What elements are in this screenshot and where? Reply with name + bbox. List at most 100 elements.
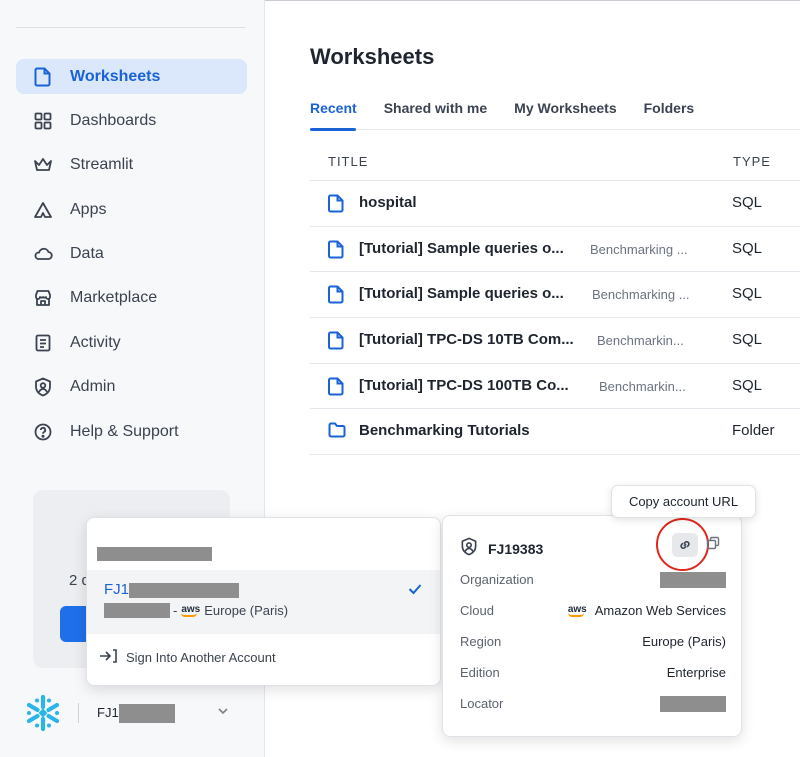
sidebar-item-activity[interactable]: Activity <box>16 325 247 360</box>
aws-logo-text: aws <box>181 603 201 615</box>
account-details-panel: FJ19383 Organization Cloud aws Amazon We… <box>442 515 742 737</box>
redacted-block <box>118 703 175 723</box>
shield-user-icon <box>460 537 478 561</box>
account-id: FJ19383 <box>488 541 544 557</box>
cloud-value: Amazon Web Services <box>594 603 726 618</box>
redacted-block <box>129 582 240 598</box>
table-row[interactable]: hospital SQL <box>310 181 800 227</box>
detail-row-cloud: Cloud aws Amazon Web Services <box>460 603 726 623</box>
storefront-icon <box>32 287 54 309</box>
sidebar-item-worksheets[interactable]: Worksheets <box>16 59 247 94</box>
column-header-type[interactable]: TYPE <box>733 154 771 169</box>
tabs-divider <box>310 129 800 130</box>
tab-my-worksheets[interactable]: My Worksheets <box>514 100 616 127</box>
account-name-prefix: FJ1 <box>97 704 119 720</box>
account-option-location: - aws Europe (Paris) <box>104 603 288 618</box>
sidebar-item-help-support[interactable]: Help & Support <box>16 414 247 449</box>
worksheet-tabs: Recent Shared with me My Worksheets Fold… <box>310 100 721 127</box>
copy-icon[interactable] <box>706 536 720 555</box>
detail-row-region: Region Europe (Paris) <box>460 634 726 654</box>
row-title: hospital <box>359 194 417 211</box>
sign-into-another-account[interactable]: Sign Into Another Account <box>98 648 276 667</box>
table-row[interactable]: [Tutorial] Sample queries o... Benchmark… <box>310 227 800 273</box>
row-type: SQL <box>732 285 763 303</box>
sidebar-item-label: Data <box>70 245 104 263</box>
row-type: SQL <box>732 331 763 349</box>
redacted-block <box>660 572 726 588</box>
sidebar-item-data[interactable]: Data <box>16 237 247 272</box>
row-type: SQL <box>732 239 763 257</box>
redacted-block <box>104 603 170 618</box>
snowflake-logo-icon <box>26 694 60 732</box>
sidebar-item-label: Admin <box>70 378 116 396</box>
sidebar-item-apps[interactable]: Apps <box>16 192 247 227</box>
detail-value <box>660 696 726 712</box>
table-row[interactable]: [Tutorial] TPC-DS 10TB Com... Benchmarki… <box>310 318 800 364</box>
detail-key: Region <box>460 634 502 649</box>
sign-in-label: Sign Into Another Account <box>126 650 276 665</box>
sidebar-item-label: Marketplace <box>70 289 158 307</box>
cloud-icon <box>32 243 54 265</box>
detail-key: Cloud <box>460 603 494 618</box>
detail-row-organization: Organization <box>460 572 726 592</box>
tab-recent[interactable]: Recent <box>310 100 357 127</box>
chevron-down-icon <box>216 704 230 723</box>
account-switcher[interactable]: FJ1 <box>24 694 244 732</box>
sidebar-item-streamlit[interactable]: Streamlit <box>16 148 247 183</box>
account-option-name: FJ1 <box>104 581 240 598</box>
row-title: [Tutorial] Sample queries o... <box>359 239 564 257</box>
detail-value: Europe (Paris) <box>642 634 726 649</box>
row-folder: Benchmarking ... <box>590 241 688 257</box>
row-type: SQL <box>732 376 763 394</box>
table-row[interactable]: Benchmarking Tutorials Folder <box>310 409 800 456</box>
detail-row-edition: Edition Enterprise <box>460 665 726 685</box>
active-tab-indicator <box>310 128 356 131</box>
detail-value: Enterprise <box>666 665 726 680</box>
account-menu-header <box>97 545 212 563</box>
location-separator: - <box>173 603 178 618</box>
aws-logo-icon: aws <box>567 603 587 617</box>
sign-in-icon <box>98 648 118 667</box>
column-header-title[interactable]: TITLE <box>328 154 368 169</box>
sidebar-item-dashboards[interactable]: Dashboards <box>16 103 247 138</box>
row-title: [Tutorial] Sample queries o... <box>359 285 564 303</box>
row-type: Folder <box>732 422 775 440</box>
sidebar-item-label: Apps <box>70 200 107 218</box>
sidebar-item-label: Worksheets <box>70 67 161 85</box>
sidebar-item-label: Dashboards <box>70 111 157 129</box>
clipboard-icon <box>32 332 54 354</box>
redacted-block <box>660 696 726 712</box>
row-type: SQL <box>732 194 763 211</box>
crown-icon <box>32 154 54 176</box>
dashboard-grid-icon <box>32 110 54 132</box>
account-region: Europe (Paris) <box>204 603 289 618</box>
aws-logo-icon: aws <box>181 603 201 617</box>
row-folder: Benchmarking ... <box>592 287 690 303</box>
sidebar-item-label: Activity <box>70 333 121 351</box>
detail-value <box>660 572 726 588</box>
help-icon <box>32 421 54 443</box>
account-option-selected[interactable]: FJ1 - aws Europe (Paris) <box>87 570 440 634</box>
shield-user-icon <box>32 376 54 398</box>
table-header: TITLE TYPE <box>310 142 800 181</box>
table-row[interactable]: [Tutorial] Sample queries o... Benchmark… <box>310 272 800 319</box>
table-row[interactable]: [Tutorial] TPC-DS 100TB Co... Benchmarki… <box>310 364 800 410</box>
detail-value: aws Amazon Web Services <box>564 603 726 618</box>
apps-icon <box>32 199 54 221</box>
worksheets-table: TITLE TYPE hospital SQL [Tutorial] Sampl… <box>310 142 800 456</box>
worksheet-icon <box>328 194 346 214</box>
tab-shared-with-me[interactable]: Shared with me <box>384 100 487 127</box>
worksheet-icon <box>328 285 346 305</box>
page-title: Worksheets <box>310 44 435 69</box>
row-title: Benchmarking Tutorials <box>359 422 530 440</box>
copy-account-url-button[interactable] <box>672 533 698 557</box>
aws-logo-text: aws <box>567 603 587 615</box>
tab-folders[interactable]: Folders <box>644 100 695 127</box>
account-header: FJ19383 <box>460 537 543 561</box>
sidebar-item-admin[interactable]: Admin <box>16 370 247 405</box>
sidebar-item-label: Streamlit <box>70 156 134 174</box>
sidebar-divider <box>16 27 246 28</box>
account-menu: FJ1 - aws Europe (Paris) Sign Into Anoth… <box>86 517 441 686</box>
sidebar-item-marketplace[interactable]: Marketplace <box>16 281 247 316</box>
account-separator <box>78 703 79 723</box>
